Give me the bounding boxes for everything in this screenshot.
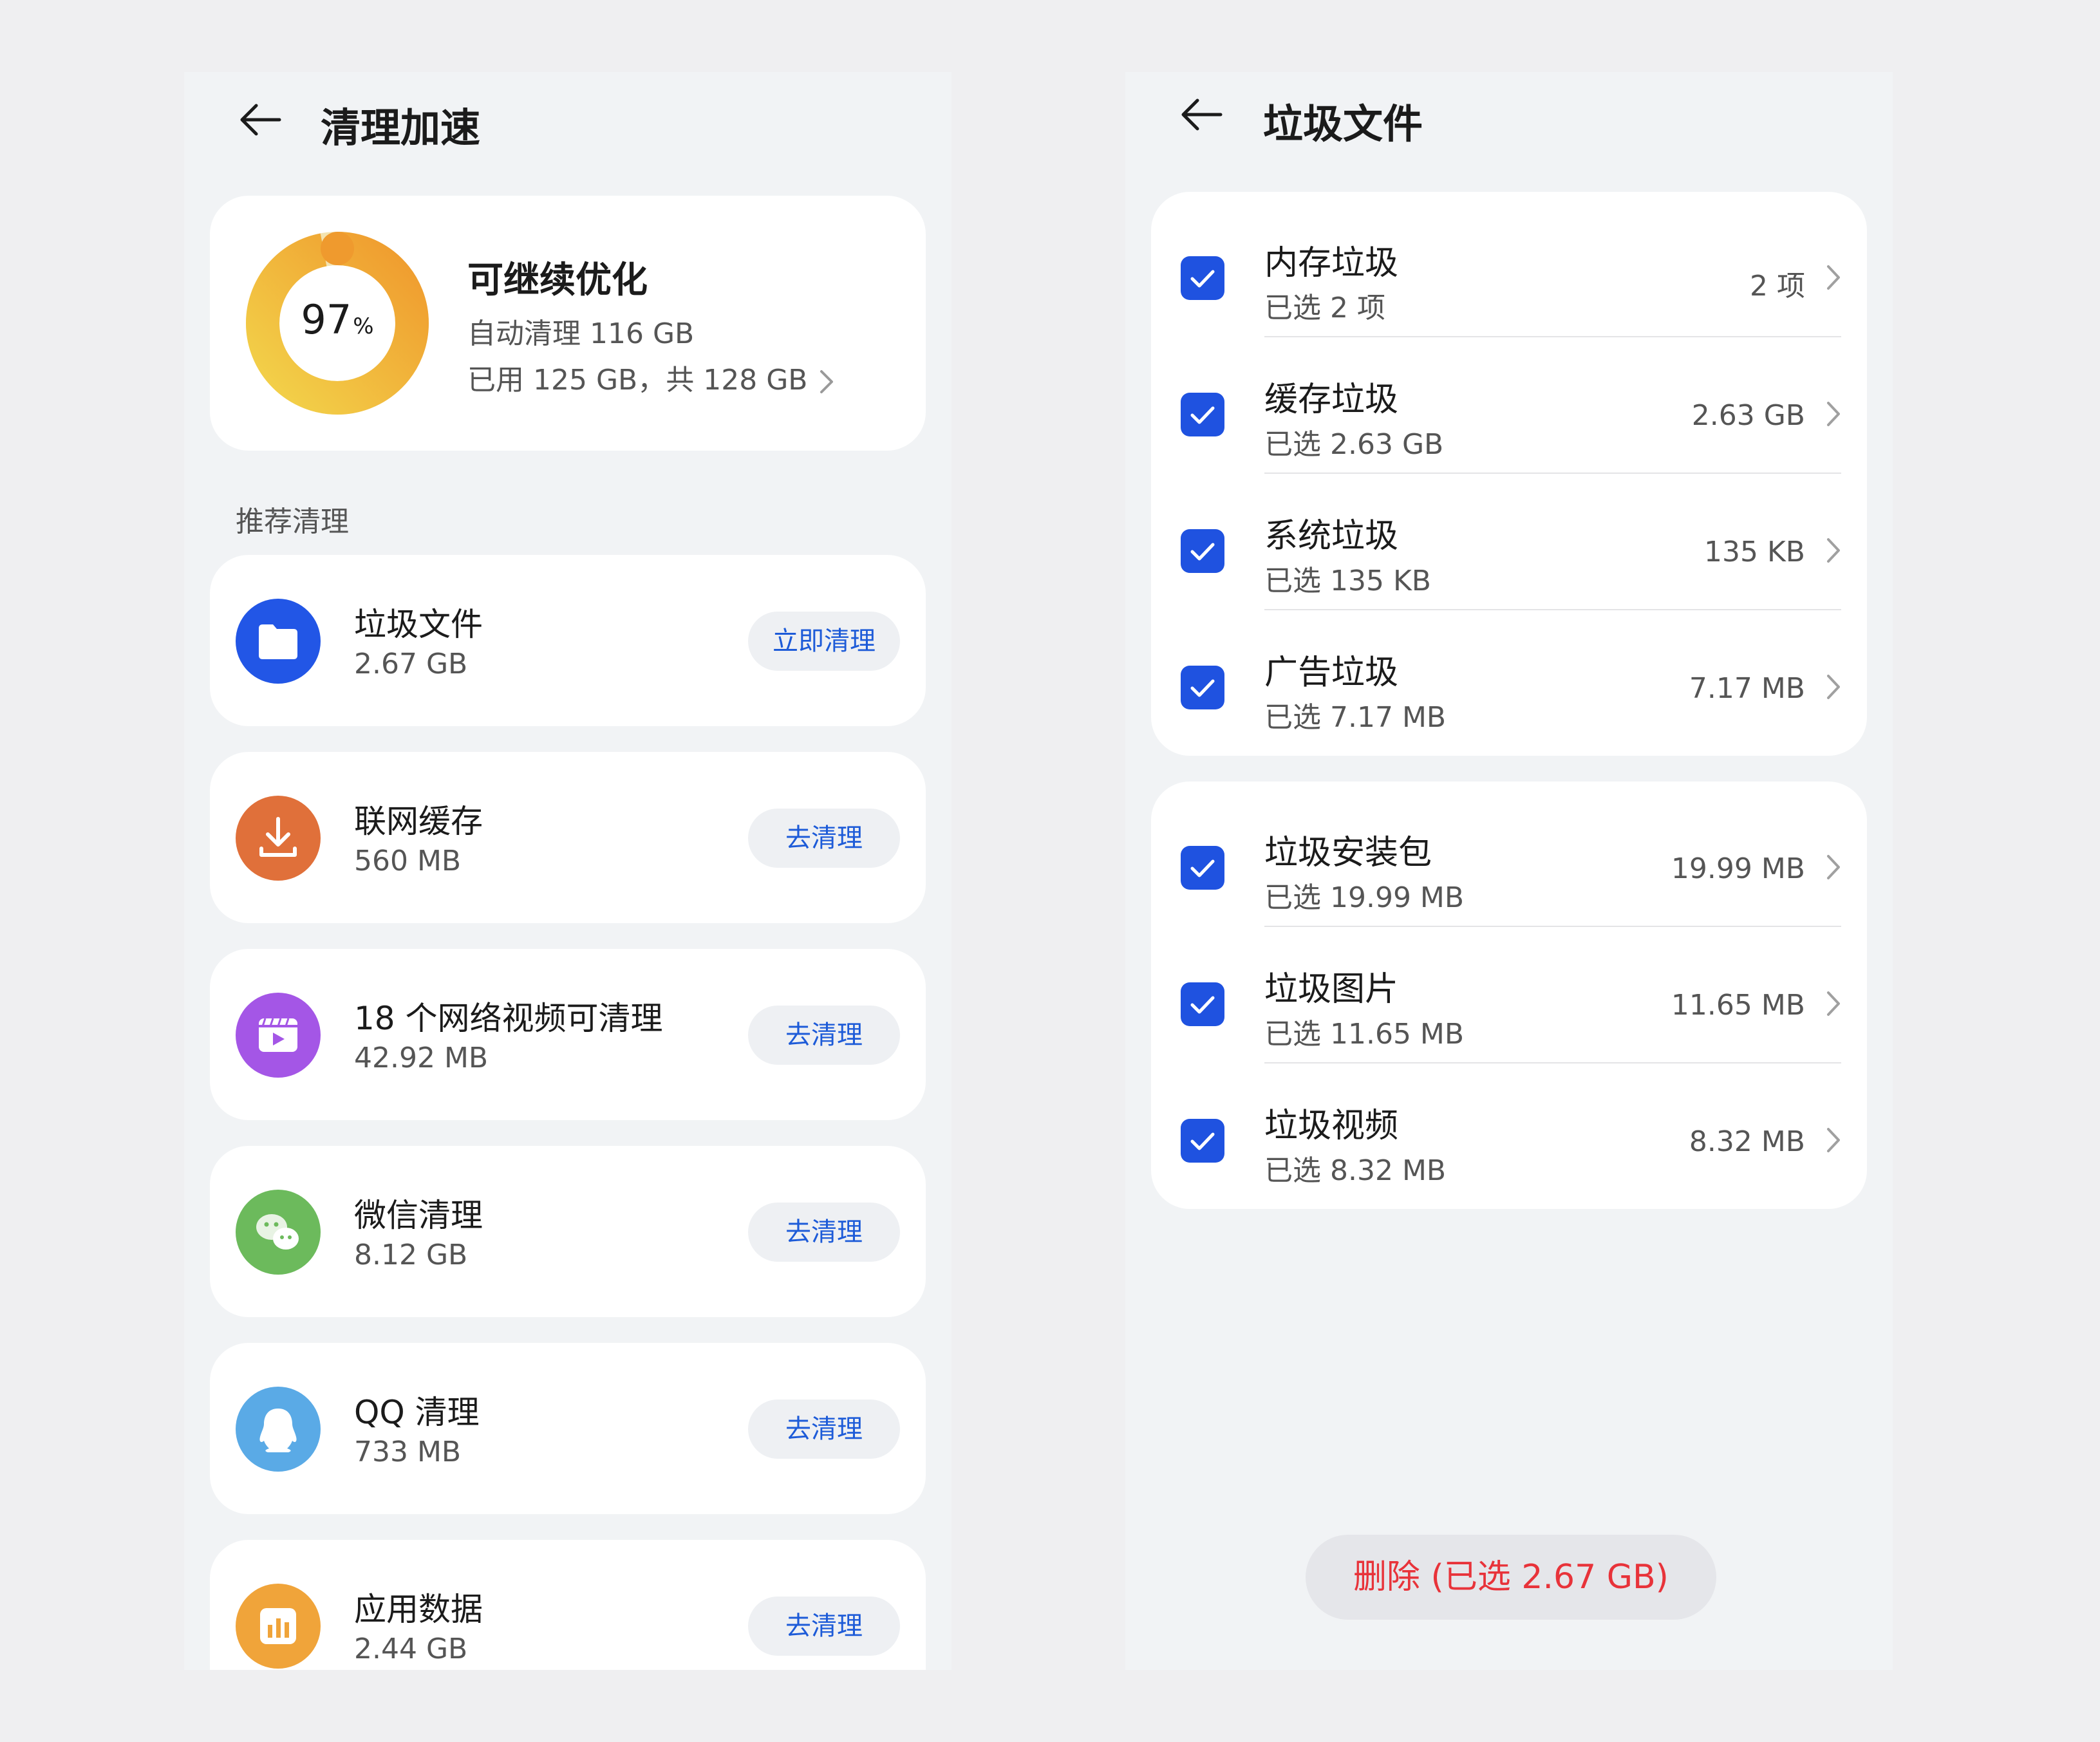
row-selected-text: 已选 11.65 MB [1264,1018,1465,1051]
row-value: 2.63 GB [1691,399,1805,432]
chevron-right-icon [1826,400,1841,427]
row-value: 19.99 MB [1671,852,1805,885]
row-value: 11.65 MB [1671,989,1805,1022]
item-size: 733 MB [354,1436,462,1468]
storage-usage-text: 已用 125 GB，共 128 GB [467,364,808,397]
qq-icon [236,1387,321,1472]
row-selected-text: 已选 8.32 MB [1264,1154,1447,1187]
checkbox-checked[interactable] [1181,846,1224,890]
storage-ring: 97% [246,232,429,415]
chevron-right-icon [1826,673,1841,700]
percent-unit: % [353,314,374,339]
item-size: 2.67 GB [354,648,468,680]
recommend-item[interactable]: 微信清理 8.12 GB 去清理 [210,1146,926,1317]
row-selected-text: 已选 2.63 GB [1264,428,1444,461]
recommend-item[interactable]: 18 个网络视频可清理 42.92 MB 去清理 [210,949,926,1120]
chevron-right-icon [1826,1127,1841,1154]
delete-button[interactable]: 删除 (已选 2.67 GB) [1306,1535,1716,1620]
row-title: 系统垃圾 [1264,517,1399,556]
chevron-right-icon [1826,264,1841,291]
junk-media-list: 垃圾安装包已选 19.99 MB 19.99 MB 垃圾图片已选 11.65 MB 1… [1151,782,1867,1209]
junk-files-screen: 垃圾文件 内存垃圾已选 2 项 2 项缓存垃圾已选 2.63 GB 2.63 GB 系… [1125,72,1893,1670]
item-title: 垃圾文件 [354,606,483,643]
chevron-right-icon [1826,990,1841,1017]
item-title: 应用数据 [354,1591,483,1628]
item-size: 42.92 MB [354,1042,489,1074]
app-data-icon [236,1584,321,1669]
row-selected-text: 已选 135 KB [1264,565,1431,597]
junk-category-list: 内存垃圾 已选 2 项 2 项缓存垃圾 已选 2.63 GB 2.63 GB 系统垃圾 已选… [1151,192,1867,756]
folder-icon [236,599,321,684]
junk-row[interactable]: 系统垃圾已选 135 KB 135 KB [1151,474,1867,610]
go-clean-button[interactable]: 去清理 [748,1006,900,1065]
row-title: 垃圾视频 [1264,1107,1399,1145]
chevron-right-icon [1826,854,1841,881]
item-title: QQ 清理 [354,1394,480,1431]
junk-row[interactable]: 缓存垃圾已选 2.63 GB 2.63 GB [1151,337,1867,474]
row-selected-text: 已选 7.17 MB [1264,701,1447,734]
back-arrow-icon[interactable] [234,94,286,145]
storage-usage-row[interactable]: 已用 125 GB，共 128 GB [467,357,834,398]
go-clean-button[interactable]: 去清理 [748,809,900,868]
go-clean-button[interactable]: 去清理 [748,1203,900,1262]
chevron-right-icon [1826,537,1841,564]
row-title: 缓存垃圾 [1264,380,1399,419]
section-label: 推荐清理 [236,505,349,538]
header: 垃圾文件 [1125,72,1893,175]
row-title: 内存垃圾 [1264,244,1399,283]
checkbox-checked[interactable] [1181,982,1224,1026]
back-arrow-icon[interactable] [1176,89,1227,140]
recommend-item[interactable]: QQ 清理 733 MB 去清理 [210,1343,926,1514]
junk-row[interactable]: 垃圾图片已选 11.65 MB 11.65 MB [1151,927,1867,1063]
wechat-icon [236,1190,321,1275]
item-size: 560 MB [354,845,462,877]
row-value: 7.17 MB [1689,672,1805,705]
recommend-item[interactable]: 联网缓存 560 MB 去清理 [210,752,926,923]
row-value: 8.32 MB [1689,1125,1805,1158]
checkbox-checked[interactable] [1181,1119,1224,1163]
junk-row[interactable]: 垃圾安装包已选 19.99 MB 19.99 MB [1151,791,1867,927]
header: 清理加速 [184,72,952,175]
junk-row[interactable]: 广告垃圾已选 7.17 MB 7.17 MB [1151,610,1867,747]
row-title: 广告垃圾 [1264,653,1399,692]
checkbox-checked[interactable] [1181,393,1224,436]
item-size: 2.44 GB [354,1633,468,1665]
junk-row[interactable]: 内存垃圾已选 2 项 2 项 [1151,201,1867,337]
item-title: 微信清理 [354,1197,483,1234]
row-value: 135 KB [1703,536,1805,568]
video-icon [236,993,321,1078]
chevron-right-icon [819,369,834,395]
item-title: 联网缓存 [354,803,483,840]
checkbox-checked[interactable] [1181,666,1224,709]
go-clean-button[interactable]: 去清理 [748,1400,900,1459]
item-size: 8.12 GB [354,1239,468,1271]
percent-value: 97 [301,296,352,343]
download-icon [236,796,321,881]
row-title: 垃圾安装包 [1264,834,1432,872]
auto-clean-text: 自动清理 116 GB [467,317,695,350]
row-selected-text: 已选 2 项 [1264,292,1385,324]
ring-percent: 97% [246,296,429,343]
go-clean-button[interactable]: 去清理 [748,1597,900,1656]
page-title: 清理加速 [321,104,481,151]
row-value: 2 项 [1750,270,1805,303]
item-title: 18 个网络视频可清理 [354,1000,663,1037]
junk-row[interactable]: 垃圾视频已选 8.32 MB 8.32 MB [1151,1063,1867,1200]
checkbox-checked[interactable] [1181,256,1224,300]
clean-now-button[interactable]: 立即清理 [748,612,900,671]
storage-summary-card[interactable]: 97% 可继续优化 自动清理 116 GB 已用 125 GB，共 128 GB [210,196,926,451]
cleanup-screen: 清理加速 97% 可继续优化 自动清理 116 GB 已用 125 GB，共 1… [184,72,952,1670]
row-title: 垃圾图片 [1264,970,1399,1009]
page-title: 垃圾文件 [1263,100,1423,147]
row-selected-text: 已选 19.99 MB [1264,881,1465,914]
recommend-item[interactable]: 垃圾文件 2.67 GB 立即清理 [210,555,926,726]
recommend-item[interactable]: 应用数据 2.44 GB 去清理 [210,1540,926,1670]
checkbox-checked[interactable] [1181,529,1224,573]
summary-title: 可继续优化 [467,259,648,301]
